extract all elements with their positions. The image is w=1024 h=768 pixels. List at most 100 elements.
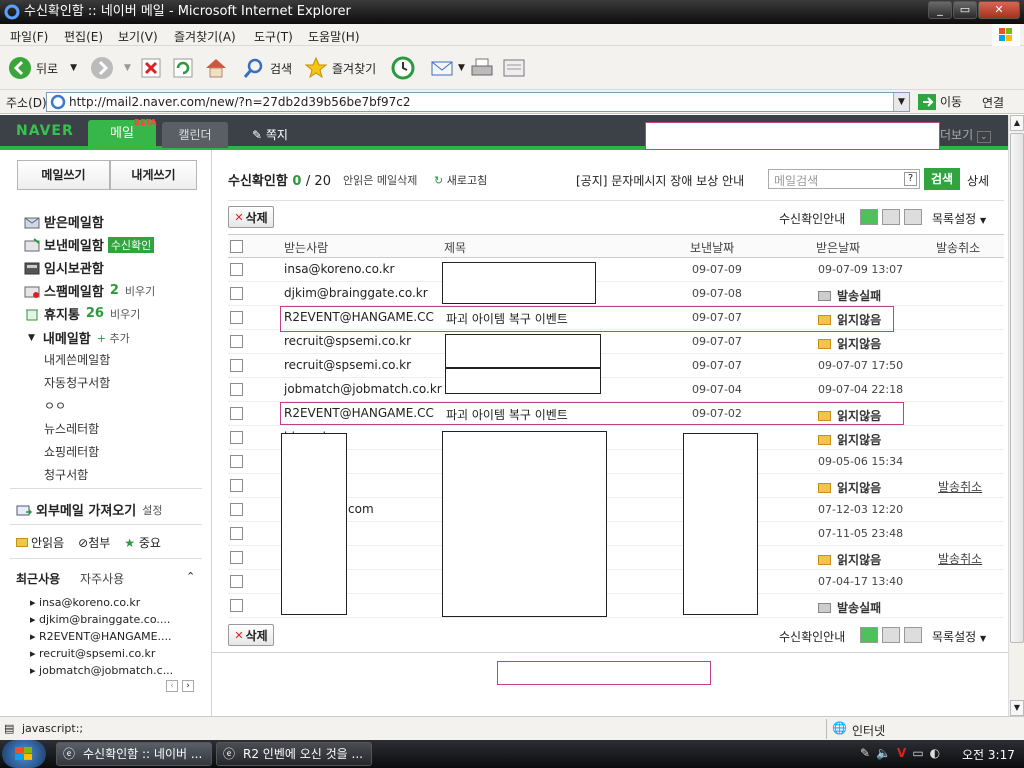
notice-link[interactable]: [공지] 문자메시지 장애 보상 안내 — [576, 172, 744, 189]
table-row[interactable]: insa@koreno.co.kr 09-07-09 09-07-09 13:07 — [228, 258, 1004, 282]
sidebar-item-spam[interactable]: 스팸메일함 2 비우기 — [24, 281, 155, 300]
folder-item[interactable]: 자동청구서함 — [44, 374, 110, 391]
address-dropdown-icon[interactable]: ▼ — [893, 93, 909, 111]
view-mode-1-icon[interactable] — [860, 209, 878, 225]
filter-attachment[interactable]: ⊘첨부 — [78, 534, 110, 551]
list-setting-dropdown-bottom[interactable]: 목록설정 ▼ — [932, 628, 986, 645]
taskbar-item[interactable]: ⓔ R2 인벤에 오신 것을 ... — [216, 742, 372, 766]
write-self-button[interactable]: 내게쓰기 — [110, 160, 197, 190]
delete-button[interactable]: ✕ 삭제 — [228, 206, 274, 228]
go-button[interactable]: 이동 — [918, 93, 962, 110]
view-mode-3-icon[interactable] — [904, 209, 922, 225]
address-input[interactable]: http://mail2.naver.com/new/?n=27db2d39b5… — [46, 92, 910, 112]
scroll-down-icon[interactable]: ▼ — [1010, 700, 1024, 716]
view-mode-2-icon[interactable] — [882, 209, 900, 225]
recent-contact[interactable]: ▸ R2EVENT@HANGAME.... — [30, 630, 172, 643]
links-button[interactable]: 연결 — [982, 94, 1004, 111]
filter-unread[interactable]: 안읽음 — [16, 534, 64, 551]
volume-icon[interactable]: 🔈 — [876, 746, 891, 760]
minimize-button[interactable]: _ — [928, 1, 952, 19]
empty-spam-button[interactable]: 비우기 — [125, 283, 155, 299]
menu-view[interactable]: 보기(V) — [118, 28, 158, 45]
edit-page-button[interactable] — [502, 54, 530, 82]
column-subject[interactable]: 제목 — [444, 239, 466, 256]
menu-favorites[interactable]: 즐겨찾기(A) — [174, 28, 236, 45]
delete-unread-link[interactable]: 안읽은 메일삭제 — [343, 172, 417, 188]
external-mail-link[interactable]: 외부메일 가져오기 설정 — [16, 500, 162, 519]
menu-tools[interactable]: 도구(T) — [254, 28, 293, 45]
receipt-guide-link-bottom[interactable]: 수신확인안내 — [779, 628, 845, 645]
search-button[interactable]: 검색 — [924, 168, 960, 190]
row-checkbox[interactable] — [230, 479, 243, 492]
row-checkbox[interactable] — [230, 287, 243, 300]
row-checkbox[interactable] — [230, 575, 243, 588]
cancel-send-link[interactable]: 발송취소 — [938, 550, 982, 567]
menu-help[interactable]: 도움말(H) — [308, 28, 360, 45]
tab-calendar[interactable]: 캘린더 — [162, 122, 228, 148]
view-mode-3-icon[interactable] — [904, 627, 922, 643]
recent-contact[interactable]: ▸ recruit@spsemi.co.kr — [30, 647, 155, 660]
sidebar-item-drafts[interactable]: 임시보관함 — [24, 258, 104, 277]
sidebar-item-sent[interactable]: 보낸메일함 수신확인 — [24, 235, 155, 254]
tab-frequent[interactable]: 자주사용 — [80, 570, 124, 587]
tab-recent[interactable]: 최근사용 — [16, 570, 60, 587]
prev-page-icon[interactable]: ‹ — [166, 680, 178, 692]
forward-dropdown-icon[interactable]: ▼ — [124, 63, 131, 73]
back-button[interactable]: 뒤로 ▼ — [8, 54, 77, 82]
list-setting-dropdown[interactable]: 목록설정 ▼ — [932, 210, 986, 227]
pen-icon[interactable]: ✎ — [860, 746, 870, 760]
next-page-icon[interactable]: › — [182, 680, 194, 692]
row-checkbox[interactable] — [230, 407, 243, 420]
mail-dropdown-icon[interactable]: ▼ — [458, 63, 465, 73]
table-row[interactable]: recruit@spsemi.co.kr 09-07-07 읽지않음 — [228, 330, 1004, 354]
more-link[interactable]: 더보기 ⌄ — [940, 126, 991, 143]
menu-edit[interactable]: 편집(E) — [64, 28, 103, 45]
column-sent-date[interactable]: 보낸날짜 — [690, 239, 734, 256]
sidebar-item-trash[interactable]: 휴지통 26 비우기 — [24, 304, 140, 323]
folder-item[interactable]: 쇼핑레터함 — [44, 443, 99, 460]
view-mode-2-icon[interactable] — [882, 627, 900, 643]
search-button[interactable]: 검색 — [242, 54, 292, 82]
row-checkbox[interactable] — [230, 599, 243, 612]
collapse-icon[interactable]: ⌃ — [186, 570, 195, 583]
column-to[interactable]: 받는사람 — [284, 239, 328, 256]
refresh-button[interactable] — [172, 54, 198, 82]
antivirus-icon[interactable]: V — [897, 746, 906, 760]
history-button[interactable] — [390, 54, 420, 82]
row-checkbox[interactable] — [230, 383, 243, 396]
row-checkbox[interactable] — [230, 551, 243, 564]
maximize-button[interactable]: ▭ — [953, 1, 977, 19]
stop-button[interactable] — [140, 54, 166, 82]
compose-button[interactable]: 메일쓰기 — [17, 160, 110, 190]
mail-button[interactable]: ▼ — [430, 54, 465, 82]
column-received-date[interactable]: 받은날짜 — [816, 239, 860, 256]
row-checkbox[interactable] — [230, 311, 243, 324]
recipient[interactable]: insa@koreno.co.kr — [284, 262, 394, 276]
sidebar-item-inbox[interactable]: 받은메일함 — [24, 212, 104, 231]
external-setting-link[interactable]: 설정 — [142, 502, 162, 518]
row-checkbox[interactable] — [230, 527, 243, 540]
favorites-button[interactable]: 즐겨찾기 — [304, 54, 376, 82]
home-button[interactable] — [204, 54, 232, 82]
page-scrollbar[interactable]: ▲ ▼ — [1008, 115, 1024, 716]
mail-search-input[interactable]: 메일검색 ? — [768, 169, 920, 189]
row-checkbox[interactable] — [230, 431, 243, 444]
row-checkbox[interactable] — [230, 359, 243, 372]
folder-item[interactable]: 뉴스레터함 — [44, 420, 99, 437]
close-button[interactable]: ✕ — [978, 1, 1020, 19]
table-row[interactable]: recruit@spsemi.co.kr 09-07-07 09-07-07 17:… — [228, 354, 1004, 378]
recipient[interactable]: recruit@spsemi.co.kr — [284, 334, 411, 348]
memo-link[interactable]: ✎ 쪽지 — [252, 126, 288, 143]
select-all-checkbox[interactable] — [230, 240, 243, 253]
filter-important[interactable]: ★ 중요 — [124, 534, 161, 551]
column-cancel[interactable]: 발송취소 — [936, 239, 980, 256]
scroll-thumb[interactable] — [1010, 133, 1024, 643]
recent-contact[interactable]: ▸ jobmatch@jobmatch.c... — [30, 664, 173, 677]
row-checkbox[interactable] — [230, 335, 243, 348]
empty-trash-button[interactable]: 비우기 — [110, 306, 140, 322]
naver-logo[interactable]: NAVER — [16, 123, 74, 139]
recipient[interactable]: recruit@spsemi.co.kr — [284, 358, 411, 372]
delete-button-bottom[interactable]: ✕ 삭제 — [228, 624, 274, 646]
view-mode-1-icon[interactable] — [860, 627, 878, 643]
folder-item[interactable]: 청구서함 — [44, 466, 88, 483]
